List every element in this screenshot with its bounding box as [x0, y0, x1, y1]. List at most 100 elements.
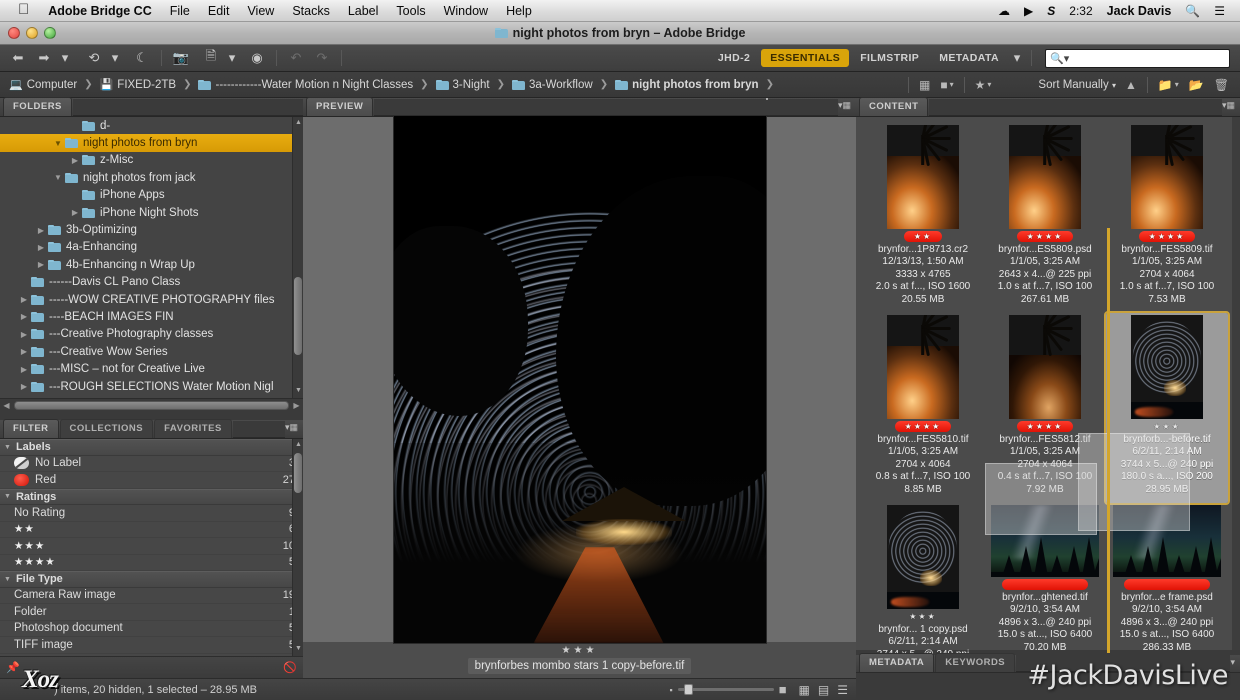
keep-filter-icon[interactable]: 📌: [6, 661, 20, 674]
tab-filter[interactable]: FILTER: [3, 419, 59, 438]
preview-image-area[interactable]: [303, 116, 856, 643]
menu-edit[interactable]: Edit: [199, 0, 239, 22]
refine-menu-icon[interactable]: ▾: [225, 48, 239, 69]
rating-stars[interactable]: ★★: [914, 232, 932, 241]
back-arrow-icon[interactable]: ⬅: [6, 48, 30, 69]
preview-rating-stars[interactable]: ★★★: [303, 645, 856, 656]
filter-row[interactable]: ★★★ 10: [0, 538, 303, 555]
menu-window[interactable]: Window: [435, 0, 497, 22]
chevron-down-icon[interactable]: ▾: [1010, 48, 1024, 69]
folder-tree-row[interactable]: d-: [0, 117, 303, 134]
rotate-counterclockwise-icon[interactable]: ↶: [284, 48, 308, 69]
menu-clock[interactable]: 2:32: [1062, 0, 1099, 22]
folder-tree-row[interactable]: ▶ ---Creative Photography classes: [0, 326, 303, 343]
rating-stars[interactable]: ★★★★: [905, 422, 942, 431]
panel-menu-icon[interactable]: ▾: [1230, 657, 1240, 671]
filter-vertical-scrollbar[interactable]: ▲ ▼: [292, 439, 303, 656]
thumbnail-cell[interactable]: ★★★★ brynfor...ES5809.psd 1/1/05, 3:25 AM 2…: [984, 123, 1106, 313]
scroll-up-icon[interactable]: ▲: [294, 119, 303, 128]
filter-section-header[interactable]: ▼ File Type: [0, 571, 303, 588]
twisty-closed-icon[interactable]: ▶: [17, 347, 31, 356]
slider-knob[interactable]: [683, 684, 693, 695]
thumbnail-image[interactable]: [887, 315, 959, 420]
breadcrumb-3a-workflow[interactable]: 3a-Workflow: [509, 79, 596, 91]
open-in-camera-raw-icon[interactable]: ◉: [245, 48, 269, 69]
rating-and-label-bar[interactable]: [1002, 579, 1088, 591]
list-view-icon[interactable]: ☰: [837, 683, 848, 697]
workspace-essentials[interactable]: ESSENTIALS: [761, 49, 850, 67]
reveal-in-bridge-icon[interactable]: ☾: [130, 48, 154, 69]
thumbnail-image[interactable]: [1009, 125, 1081, 229]
rating-stars[interactable]: ★★★★: [1149, 232, 1186, 241]
twisty-closed-icon[interactable]: ▶: [68, 156, 82, 165]
tab-collections[interactable]: COLLECTIONS: [59, 419, 154, 438]
thumbnail-image[interactable]: [991, 505, 1099, 578]
new-folder-icon[interactable]: 📁 ▾: [1153, 78, 1184, 92]
thumbnail-image[interactable]: [887, 125, 959, 229]
filter-row[interactable]: ★★★★5: [0, 555, 303, 571]
folders-vertical-scrollbar[interactable]: ▲ ▼: [292, 117, 303, 398]
folder-tree-row[interactable]: ▼ night photos from bryn: [0, 134, 303, 152]
panel-menu-icon[interactable]: ▾▦: [1222, 100, 1240, 114]
get-photos-from-camera-icon[interactable]: 📷: [169, 48, 193, 69]
filter-section-header[interactable]: ▼ Labels: [0, 439, 303, 456]
rating-and-label-bar[interactable]: ★★★★: [1016, 421, 1074, 433]
menu-app-name[interactable]: Adobe Bridge CC: [39, 0, 160, 22]
rating-stars[interactable]: ★★★★: [1027, 232, 1064, 241]
twisty-closed-icon[interactable]: ▶: [17, 365, 31, 374]
rating-stars[interactable]: ★★★: [909, 612, 937, 621]
filter-section-header[interactable]: ▼ Ratings: [0, 488, 303, 505]
trash-icon[interactable]: 🗑: [1209, 78, 1234, 92]
menu-stacks[interactable]: Stacks: [283, 0, 339, 22]
folder-tree[interactable]: d- ▼ night photos from bryn ▶ z-Misc ▼ night p…: [0, 117, 303, 398]
twisty-closed-icon[interactable]: ▶: [34, 243, 48, 252]
s-icon[interactable]: S: [1040, 0, 1062, 22]
folder-tree-row[interactable]: ▶ ----BEACH IMAGES FIN: [0, 308, 303, 325]
breadcrumb-night-photos-from-bryn[interactable]: night photos from bryn: [612, 79, 761, 91]
workspace-metadata[interactable]: METADATA: [930, 49, 1008, 67]
thumbnail-cell[interactable]: ★★★★ brynfor...FES5810.tif 1/1/05, 3:25 AM…: [862, 313, 984, 503]
rating-and-label-bar[interactable]: ★★★: [1143, 421, 1191, 432]
filter-row[interactable]: Red 27: [0, 472, 303, 489]
filter-row[interactable]: TIFF image5: [0, 637, 303, 654]
play-icon[interactable]: ▶: [1017, 0, 1040, 22]
folder-tree-row[interactable]: ▶ ---Creative Wow Series: [0, 343, 303, 360]
rating-stars[interactable]: ★★★★: [1027, 422, 1064, 431]
workspace-output[interactable]: JHD-2: [709, 49, 759, 67]
boomerang-menu-icon[interactable]: ▾: [108, 48, 122, 69]
small-thumbnail-icon[interactable]: ▪: [669, 685, 672, 695]
thumbnail-cell[interactable]: ★★ brynfor...1P8713.cr2 12/13/13, 1:50 AM 3…: [862, 123, 984, 313]
twisty-open-icon[interactable]: ▼: [4, 444, 11, 451]
menu-help[interactable]: Help: [497, 0, 541, 22]
rating-stars[interactable]: ★★★: [1153, 422, 1181, 431]
preview-image[interactable]: [393, 116, 766, 643]
scroll-right-icon[interactable]: ▶: [290, 401, 303, 410]
thumbnail-image[interactable]: [1113, 505, 1221, 578]
folder-tree-row[interactable]: ▼ night photos from jack: [0, 169, 303, 186]
ascending-caret-icon[interactable]: ▲: [1120, 78, 1142, 92]
chevron-down-icon[interactable]: ▾: [58, 48, 72, 69]
rating-and-label-bar[interactable]: ★★: [903, 231, 943, 242]
breadcrumb-3-night[interactable]: 3-Night: [433, 79, 493, 91]
thumbnail-size-slider[interactable]: ▪ ■: [669, 682, 786, 697]
rating-and-label-bar[interactable]: ★★★: [899, 611, 947, 622]
twisty-open-icon[interactable]: ▼: [4, 576, 11, 583]
panel-menu-icon[interactable]: ▾▦: [285, 422, 303, 436]
scroll-up-icon[interactable]: ▲: [294, 441, 303, 450]
breadcrumb-fixed-2tb[interactable]: 💾 FIXED-2TB: [97, 78, 180, 92]
filter-row[interactable]: ★★6: [0, 522, 303, 538]
twisty-open-icon[interactable]: ▼: [4, 493, 11, 500]
clear-filter-icon[interactable]: 🚫: [283, 661, 297, 674]
thumbnail-cell[interactable]: ★★★ brynforb...-before.tif 6/2/11, 2:14 AM…: [1104, 311, 1230, 506]
large-thumbnail-icon[interactable]: ■: [779, 682, 787, 697]
filter-row[interactable]: Folder1: [0, 604, 303, 621]
twisty-open-icon[interactable]: ▼: [51, 139, 65, 148]
menu-user-name[interactable]: Jack Davis: [1100, 0, 1179, 22]
thumbnail-cell[interactable]: ★★★★ brynfor...FES5812.tif 1/1/05, 3:25 AM…: [984, 313, 1106, 503]
folder-tree-row[interactable]: ------Davis CL Pano Class: [0, 274, 303, 291]
menu-file[interactable]: File: [161, 0, 199, 22]
search-input[interactable]: 🔍▾: [1045, 48, 1230, 68]
refine-icon[interactable]: 🗎: [199, 48, 223, 69]
forward-arrow-icon[interactable]: ➡: [32, 48, 56, 69]
filter-row[interactable]: No Rating9: [0, 505, 303, 522]
